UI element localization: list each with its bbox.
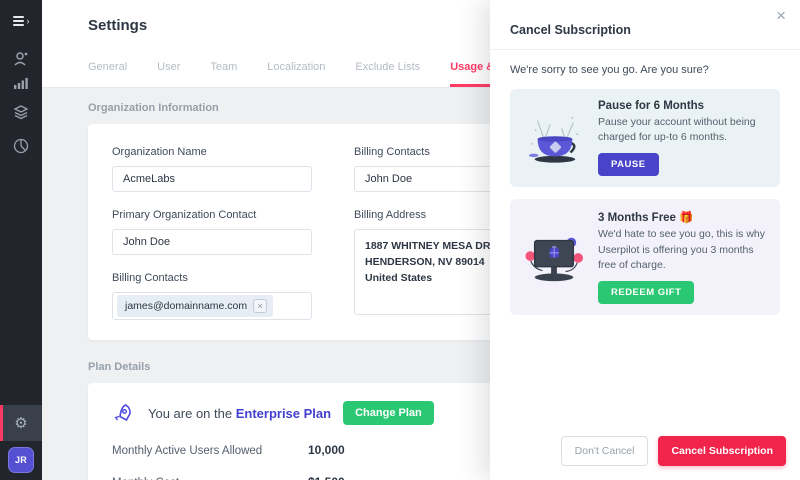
plan-headline-text: You are on the Enterprise Plan	[148, 406, 331, 421]
modal-title: Cancel Subscription	[510, 23, 780, 37]
chevron-right-icon: ›	[27, 16, 30, 26]
teacup-illustration	[522, 109, 586, 167]
active-indicator	[0, 405, 3, 441]
org-name-input[interactable]	[112, 166, 312, 192]
cancel-subscription-modal: Cancel Subscription × We're sorry to see…	[490, 0, 800, 480]
pause-offer-description: Pause your account without being charged…	[598, 115, 768, 145]
pause-offer-content: Pause for 6 Months Pause your account wi…	[598, 100, 768, 176]
gift-monitor-illustration	[522, 228, 586, 286]
pause-offer-title: Pause for 6 Months	[598, 100, 768, 112]
plan-name: Enterprise Plan	[236, 406, 331, 421]
tab-exclude-lists[interactable]: Exclude Lists	[355, 61, 420, 87]
sidebar-item-content[interactable]	[0, 100, 42, 124]
primary-contact-label: Primary Organization Contact	[112, 209, 312, 221]
pause-button[interactable]: PAUSE	[598, 153, 659, 176]
modal-body: We're sorry to see you go. Are you sure?…	[490, 50, 800, 315]
billing-contacts-label: Billing Contacts	[112, 272, 312, 284]
change-plan-button[interactable]: Change Plan	[343, 401, 434, 425]
modal-footer: Don't Cancel Cancel Subscription	[490, 424, 800, 480]
user-icon	[12, 50, 30, 68]
sidebar-item-settings[interactable]: ⚙	[0, 405, 42, 441]
plan-prefix: You are on the	[148, 406, 236, 421]
redeem-gift-button[interactable]: REDEEM GIFT	[598, 281, 694, 304]
email-chip-label: james@domainname.com	[125, 300, 247, 312]
hamburger-icon	[13, 16, 24, 26]
bar-chart-icon	[12, 74, 30, 92]
rocket-icon	[112, 402, 134, 424]
gear-icon: ⚙	[14, 414, 27, 432]
primary-contact-input[interactable]	[112, 229, 312, 255]
cancel-subscription-button[interactable]: Cancel Subscription	[658, 436, 786, 466]
sidebar: › ⚙ JR	[0, 0, 42, 480]
gift-offer-card: 3 Months Free 🎁 We'd hate to see you go,…	[510, 199, 780, 315]
plan-row-mau: Monthly Active Users Allowed 10,000	[112, 443, 546, 457]
page-title: Settings	[88, 17, 147, 34]
billing-contacts-input[interactable]: james@domainname.com ×	[112, 292, 312, 320]
chip-remove-icon[interactable]: ×	[253, 299, 267, 313]
sidebar-item-users[interactable]	[0, 47, 42, 71]
org-name-field: Organization Name	[112, 146, 312, 192]
gift-offer-description: We'd hate to see you go, this is why Use…	[598, 227, 768, 273]
plan-row-value: $1,500	[308, 475, 345, 480]
layers-icon	[12, 103, 30, 121]
gift-offer-title: 3 Months Free 🎁	[598, 210, 768, 224]
modal-header: Cancel Subscription ×	[490, 0, 800, 50]
primary-contact-field: Primary Organization Contact	[112, 209, 312, 255]
plan-row-label: Monthly Active Users Allowed	[112, 445, 308, 457]
tab-localization[interactable]: Localization	[267, 61, 325, 87]
dont-cancel-button[interactable]: Don't Cancel	[561, 436, 649, 466]
tab-user[interactable]: User	[157, 61, 180, 87]
sidebar-item-reports[interactable]	[0, 134, 42, 158]
tab-team[interactable]: Team	[210, 61, 237, 87]
org-name-label: Organization Name	[112, 146, 312, 158]
sidebar-item-analytics[interactable]	[0, 71, 42, 95]
menu-toggle-button[interactable]: ›	[0, 8, 42, 34]
plan-headline: You are on the Enterprise Plan Change Pl…	[112, 401, 546, 425]
plan-row-cost: Monthly Cost $1,500	[112, 475, 546, 480]
email-chip: james@domainname.com ×	[117, 295, 273, 317]
modal-question: We're sorry to see you go. Are you sure?	[510, 64, 780, 76]
pause-offer-card: Pause for 6 Months Pause your account wi…	[510, 89, 780, 187]
avatar[interactable]: JR	[8, 447, 34, 473]
pie-chart-icon	[12, 137, 30, 155]
close-icon[interactable]: ×	[776, 6, 786, 26]
billing-contacts-field: Billing Contacts james@domainname.com ×	[112, 272, 312, 320]
plan-row-value: 10,000	[308, 443, 345, 457]
gift-offer-content: 3 Months Free 🎁 We'd hate to see you go,…	[598, 210, 768, 304]
tab-general[interactable]: General	[88, 61, 127, 87]
